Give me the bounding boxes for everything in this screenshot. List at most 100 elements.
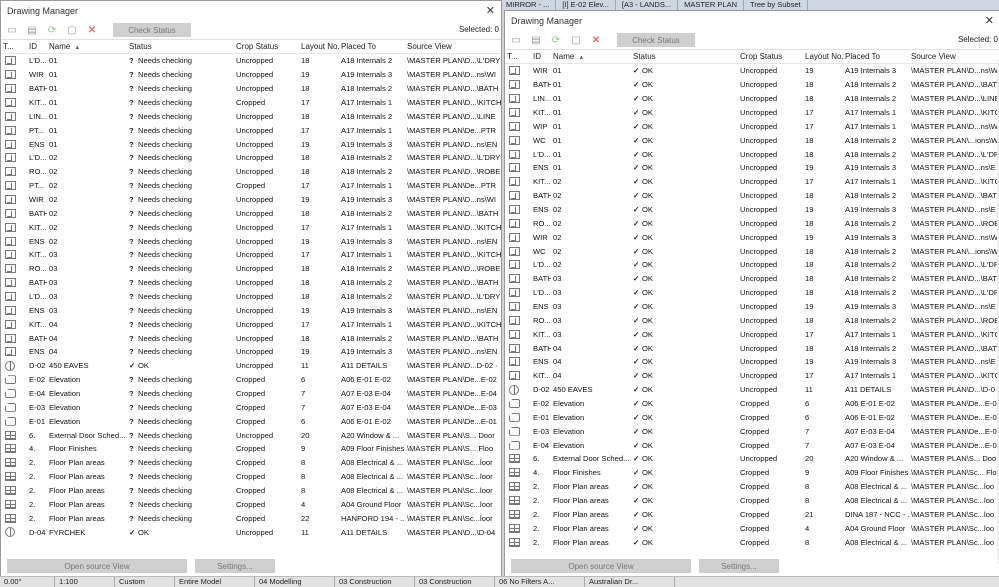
table-row[interactable]: 2. Floor Plan areas? Needs checking Cropped…: [1, 484, 501, 498]
refresh-icon[interactable]: ⟳: [549, 34, 563, 46]
table-row[interactable]: L'D... 02? Needs checking Uncropped 18 A18 In…: [1, 151, 501, 165]
col-type[interactable]: T...: [1, 42, 27, 51]
table-row[interactable]: RO... 03 ✓ OK Uncropped 18 A18 Internals 2 \MAS…: [505, 313, 999, 327]
table-row[interactable]: WC 01 ✓ OK Uncropped 18 A18 Internals 2 \MASTER…: [505, 133, 999, 147]
settings-button[interactable]: Settings...: [699, 559, 779, 573]
check-status-button[interactable]: Check Status: [113, 23, 191, 37]
table-row[interactable]: WIP 01 ✓ OK Uncropped 17 A17 Internals 1 \MASTE…: [505, 119, 999, 133]
link-icon[interactable]: ▢: [65, 24, 79, 36]
table-row[interactable]: LIN... 01? Needs checking Uncropped 18 A18 In…: [1, 109, 501, 123]
table-row[interactable]: 2. Floor Plan areas ✓ OK Cropped 8 A08 Electri…: [505, 535, 999, 549]
table-row[interactable]: 4. Floor Finishes ✓ OK Cropped 9 A09 Floor Fin…: [505, 466, 999, 480]
table-row[interactable]: E-04 Elevation ✓ OK Cropped 7 A07 E-03 E-04 \MA…: [505, 438, 999, 452]
update-all-icon[interactable]: ▤: [25, 24, 39, 36]
table-row[interactable]: E-01 Elevation? Needs checking Cropped 6 A06 …: [1, 414, 501, 428]
update-drawing-icon[interactable]: ▭: [5, 24, 19, 36]
table-row[interactable]: LIN... 01 ✓ OK Uncropped 18 A18 Internals 2 \MA…: [505, 92, 999, 106]
table-row[interactable]: E-01 Elevation ✓ OK Cropped 6 A06 E-01 E-02 \MA…: [505, 410, 999, 424]
table-row[interactable]: BATH 04? Needs checking Uncropped 18 A18 Inte…: [1, 331, 501, 345]
table-row[interactable]: 4. Floor Finishes? Needs checking Cropped 9 A…: [1, 442, 501, 456]
table-row[interactable]: KIT... 02 ✓ OK Uncropped 17 A17 Internals 1 \MA…: [505, 175, 999, 189]
background-tab[interactable]: [A3 - LANDS...: [616, 0, 679, 10]
table-row[interactable]: E-04 Elevation? Needs checking Cropped 7 A07 …: [1, 387, 501, 401]
background-tab[interactable]: Tree by Subset: [744, 0, 808, 10]
background-tab[interactable]: [I] E-02 Elev...: [556, 0, 616, 10]
table-row[interactable]: 2. Floor Plan areas? Needs checking Cropped…: [1, 498, 501, 512]
table-row[interactable]: ENS 02? Needs checking Uncropped 19 A19 Inter…: [1, 234, 501, 248]
table-row[interactable]: BATH 02 ✓ OK Uncropped 18 A18 Internals 2 \MAST…: [505, 189, 999, 203]
table-row[interactable]: BATH 01 ✓ OK Uncropped 18 A18 Internals 2 \MAST…: [505, 78, 999, 92]
col-status[interactable]: Status: [631, 52, 738, 61]
col-crop-status[interactable]: Crop Status: [234, 42, 299, 51]
table-row[interactable]: 6. External Door Sched...? Needs checking U…: [1, 428, 501, 442]
col-name[interactable]: Name ▲: [47, 42, 127, 51]
delete-icon[interactable]: ✕: [85, 24, 99, 36]
refresh-icon[interactable]: ⟳: [45, 24, 59, 36]
check-status-button[interactable]: Check Status: [617, 33, 695, 47]
update-drawing-icon[interactable]: ▭: [509, 34, 523, 46]
table-row[interactable]: WIR 01? Needs checking Uncropped 19 A19 Inter…: [1, 68, 501, 82]
table-row[interactable]: 2. Floor Plan areas? Needs checking Cropped…: [1, 456, 501, 470]
table-row[interactable]: WIR 01 ✓ OK Uncropped 19 A19 Internals 3 \MASTE…: [505, 64, 999, 78]
close-icon[interactable]: ✕: [985, 14, 994, 27]
table-row[interactable]: WIR 02 ✓ OK Uncropped 19 A19 Internals 3 \MASTE…: [505, 230, 999, 244]
table-row[interactable]: ENS 04? Needs checking Uncropped 19 A19 Inter…: [1, 345, 501, 359]
table-row[interactable]: 2. Floor Plan areas? Needs checking Cropped…: [1, 511, 501, 525]
table-row[interactable]: WIR 02? Needs checking Uncropped 19 A19 Inter…: [1, 193, 501, 207]
col-id[interactable]: ID: [27, 42, 47, 51]
table-row[interactable]: 2. Floor Plan areas ✓ OK Cropped 4 A04 Ground …: [505, 521, 999, 535]
table-row[interactable]: BATH 04 ✓ OK Uncropped 18 A18 Internals 2 \MAST…: [505, 341, 999, 355]
table-row[interactable]: RO... 02 ✓ OK Uncropped 18 A18 Internals 2 \MAS…: [505, 216, 999, 230]
table-row[interactable]: RO... 02? Needs checking Uncropped 18 A18 Int…: [1, 165, 501, 179]
table-row[interactable]: KIT... 02? Needs checking Uncropped 17 A17 In…: [1, 220, 501, 234]
table-row[interactable]: ENS 01 ✓ OK Uncropped 19 A19 Internals 3 \MASTE…: [505, 161, 999, 175]
table-row[interactable]: KIT... 03? Needs checking Uncropped 17 A17 In…: [1, 248, 501, 262]
table-row[interactable]: 2. Floor Plan areas ✓ OK Cropped 8 A08 Electri…: [505, 494, 999, 508]
table-row[interactable]: 2. Floor Plan areas ✓ OK Cropped 8 A08 Electri…: [505, 480, 999, 494]
table-row[interactable]: L'D... 02 ✓ OK Uncropped 18 A18 Internals 2 \MA…: [505, 258, 999, 272]
col-crop-status[interactable]: Crop Status: [738, 52, 803, 61]
table-row[interactable]: E-03 Elevation ✓ OK Cropped 7 A07 E-03 E-04 \MA…: [505, 424, 999, 438]
table-row[interactable]: L'D... 01 ✓ OK Uncropped 18 A18 Internals 2 \MA…: [505, 147, 999, 161]
table-row[interactable]: KIT... 01 ✓ OK Uncropped 17 A17 Internals 1 \MA…: [505, 106, 999, 120]
table-row[interactable]: PT... 02? Needs checking Cropped 17 A17 Inter…: [1, 179, 501, 193]
table-row[interactable]: ENS 01? Needs checking Uncropped 19 A19 Inter…: [1, 137, 501, 151]
col-source-view[interactable]: Source View: [909, 52, 999, 61]
col-layout-no[interactable]: Layout No.: [299, 42, 339, 51]
table-row[interactable]: D-02 450 EAVES ✓ OK Uncropped 11 A11 DETAILS \M…: [1, 359, 501, 373]
open-source-view-button[interactable]: Open source View: [511, 559, 691, 573]
table-row[interactable]: BATH 01? Needs checking Uncropped 18 A18 Inte…: [1, 82, 501, 96]
table-row[interactable]: ENS 04 ✓ OK Uncropped 19 A19 Internals 3 \MASTE…: [505, 355, 999, 369]
table-row[interactable]: D-02 450 EAVES ✓ OK Uncropped 11 A11 DETAILS \M…: [505, 383, 999, 397]
close-icon[interactable]: ✕: [486, 4, 495, 17]
table-row[interactable]: E-03 Elevation? Needs checking Cropped 7 A07 …: [1, 400, 501, 414]
settings-button[interactable]: Settings...: [195, 559, 275, 573]
table-row[interactable]: ENS 03 ✓ OK Uncropped 19 A19 Internals 3 \MASTE…: [505, 300, 999, 314]
table-row[interactable]: L'D... 03? Needs checking Uncropped 18 A18 In…: [1, 290, 501, 304]
table-row[interactable]: ENS 02 ✓ OK Uncropped 19 A19 Internals 3 \MASTE…: [505, 203, 999, 217]
table-row[interactable]: BATH 03 ✓ OK Uncropped 18 A18 Internals 2 \MAST…: [505, 272, 999, 286]
delete-icon[interactable]: ✕: [589, 34, 603, 46]
table-row[interactable]: KIT... 04? Needs checking Uncropped 17 A17 In…: [1, 317, 501, 331]
table-row[interactable]: BATH 03? Needs checking Uncropped 18 A18 Inte…: [1, 276, 501, 290]
table-row[interactable]: KIT... 01? Needs checking Cropped 17 A17 Inte…: [1, 96, 501, 110]
col-type[interactable]: T...: [505, 52, 531, 61]
table-row[interactable]: PT... 01? Needs checking Uncropped 17 A17 Int…: [1, 123, 501, 137]
link-icon[interactable]: ▢: [569, 34, 583, 46]
col-status[interactable]: Status: [127, 42, 234, 51]
table-row[interactable]: BATH 02? Needs checking Uncropped 18 A18 Inte…: [1, 206, 501, 220]
table-row[interactable]: D-04 FYRCHEK ✓ OK Uncropped 11 A11 DETAILS \MAS…: [1, 525, 501, 539]
table-row[interactable]: L'D... 03 ✓ OK Uncropped 18 A18 Internals 2 \MA…: [505, 286, 999, 300]
update-all-icon[interactable]: ▤: [529, 34, 543, 46]
col-layout-no[interactable]: Layout No.: [803, 52, 843, 61]
table-row[interactable]: 2. Floor Plan areas? Needs checking Cropped…: [1, 470, 501, 484]
table-row[interactable]: 6. External Door Sched... ✓ OK Uncropped 20 A2…: [505, 452, 999, 466]
col-id[interactable]: ID: [531, 52, 551, 61]
table-row[interactable]: RO... 03? Needs checking Uncropped 18 A18 Int…: [1, 262, 501, 276]
table-row[interactable]: E-02 Elevation ✓ OK Cropped 6 A06 E-01 E-02 \MA…: [505, 397, 999, 411]
table-row[interactable]: 2. Floor Plan areas ✓ OK Cropped 21 DINA 187 -…: [505, 508, 999, 522]
table-row[interactable]: E-02 Elevation? Needs checking Cropped 6 A06 …: [1, 373, 501, 387]
background-tab[interactable]: MASTER PLAN: [678, 0, 745, 10]
table-row[interactable]: KIT... 04 ✓ OK Uncropped 17 A17 Internals 1 \MA…: [505, 369, 999, 383]
table-row[interactable]: WC 02 ✓ OK Uncropped 18 A18 Internals 2 \MASTER…: [505, 244, 999, 258]
